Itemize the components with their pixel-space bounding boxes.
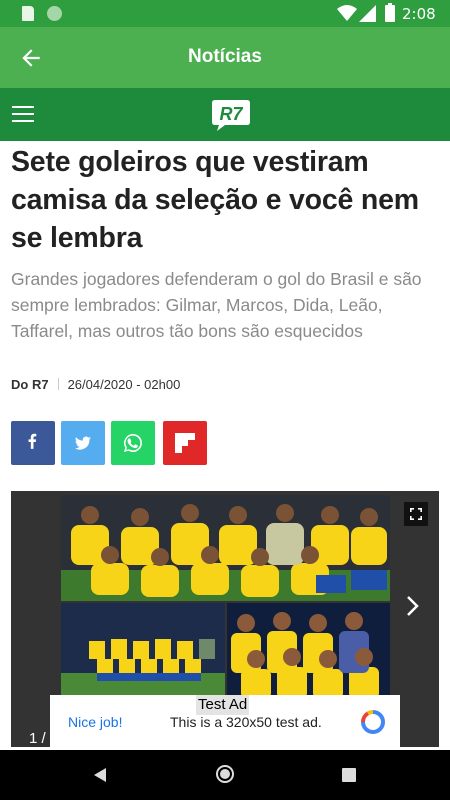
share-whatsapp-button[interactable] (111, 421, 155, 465)
ad-text: This is a 320x50 test ad. (170, 714, 322, 730)
gallery-counter: 1 / (29, 730, 46, 747)
flipboard-icon (175, 433, 195, 453)
android-nav-bar (0, 750, 450, 800)
svg-text:R7: R7 (219, 104, 243, 124)
notification-dot-icon (47, 6, 62, 21)
brand-bar: R7 (0, 88, 450, 141)
status-time: 2:08 (402, 5, 436, 23)
team-photo-top (61, 495, 390, 601)
ad-label: Test Ad (196, 695, 250, 715)
wifi-icon (337, 5, 357, 21)
twitter-icon (75, 436, 91, 450)
share-flipboard-button[interactable] (163, 421, 207, 465)
share-facebook-button[interactable] (11, 421, 55, 465)
article-date: 26/04/2020 - 02h00 (67, 377, 181, 392)
signal-icon (359, 5, 376, 22)
team-photo-bottom-right (227, 603, 390, 699)
page-title: Notícias (188, 46, 262, 67)
article-meta: Do R7 26/04/2020 - 02h00 (11, 377, 180, 392)
article-author: Do R7 (11, 377, 49, 392)
hamburger-menu-icon[interactable] (12, 106, 34, 122)
sd-card-icon (22, 6, 34, 21)
facebook-icon (28, 433, 37, 449)
fullscreen-icon[interactable] (404, 502, 428, 526)
app-bar: Notícias (0, 27, 450, 88)
status-bar: 2:08 (0, 0, 450, 27)
meta-divider (57, 378, 59, 390)
nav-recents-icon[interactable] (342, 768, 356, 782)
nav-home-icon[interactable] (216, 765, 234, 783)
r7-logo[interactable]: R7 (211, 98, 251, 132)
ad-nice-text: Nice job! (68, 714, 123, 730)
nav-back-icon[interactable] (93, 767, 107, 783)
ad-choices-logo[interactable] (360, 709, 386, 735)
next-photo-arrow-icon[interactable] (406, 595, 420, 617)
team-photo-bottom-left (61, 603, 225, 699)
ad-banner[interactable]: Test Ad Nice job! This is a 320x50 test … (50, 695, 400, 747)
article: Sete goleiros que vestiram camisa da sel… (11, 143, 441, 344)
article-subtitle: Grandes jogadores defenderam o gol do Br… (11, 269, 422, 341)
share-twitter-button[interactable] (61, 421, 105, 465)
whatsapp-icon (124, 434, 142, 452)
battery-icon (385, 3, 395, 22)
article-headline: Sete goleiros que vestiram camisa da sel… (11, 146, 419, 254)
